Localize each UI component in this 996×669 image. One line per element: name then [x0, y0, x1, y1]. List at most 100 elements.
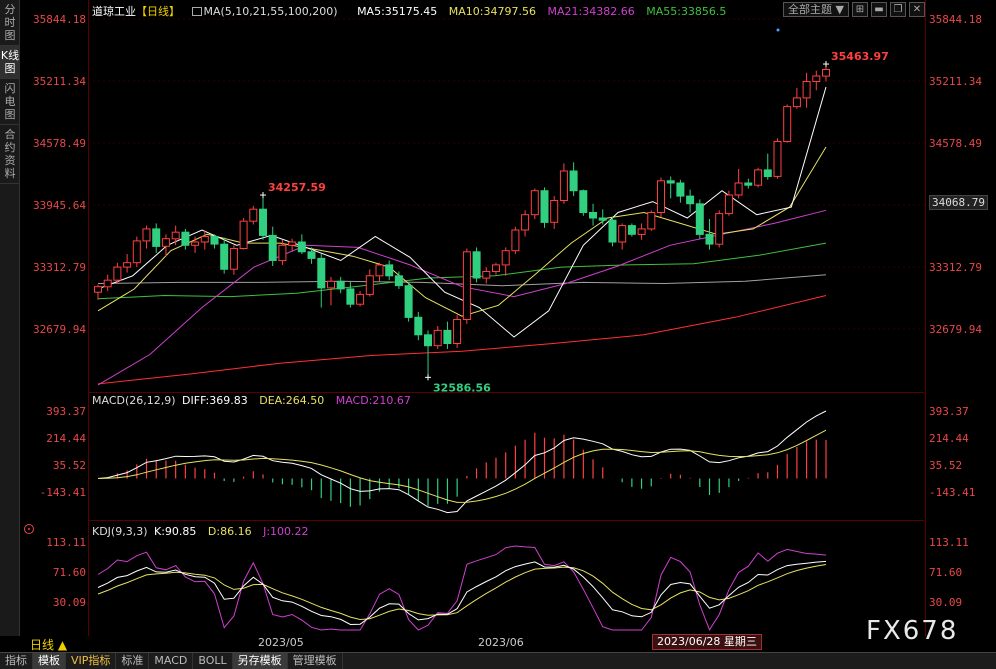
- candle-body-22: [307, 251, 316, 259]
- ma100-line: [97, 274, 827, 287]
- candle-body-34: [424, 334, 432, 347]
- kdj-config[interactable]: KDJ(9,3,3): [92, 525, 148, 538]
- candle-body-52: [598, 217, 607, 221]
- candle-body-23: [317, 257, 326, 289]
- top-right-controls: 全部主题 ▼ ⊞ ▬ ❐ ✕: [783, 2, 925, 17]
- ma55-value: MA55:33856.5: [646, 5, 727, 18]
- candle-body-72: [792, 97, 801, 108]
- candle-body-69: [763, 169, 772, 177]
- bottom-tab-vip[interactable]: VIP指标: [66, 653, 117, 669]
- bottom-tab-macd[interactable]: MACD: [149, 653, 194, 669]
- candle-body-38: [462, 251, 471, 320]
- candle-body-29: [375, 264, 384, 277]
- watermark-logo: FX678: [866, 616, 959, 646]
- event-marker: [776, 28, 780, 32]
- candle-body-15: [239, 220, 248, 249]
- kdj-j-line: [97, 545, 827, 631]
- bottom-tab-save-template[interactable]: 另存模板: [232, 653, 288, 669]
- xlabel-may: 2023/05: [258, 636, 304, 649]
- candle-body-73: [802, 81, 811, 99]
- candle-body-57: [647, 212, 656, 230]
- close-icon[interactable]: ✕: [908, 2, 925, 17]
- bottom-tab-boll[interactable]: BOLL: [193, 653, 233, 669]
- ytick-left-4: 33312.79: [33, 261, 86, 274]
- candle-body-8: [171, 231, 180, 240]
- chevron-down-icon: ▼: [835, 3, 844, 16]
- candle-body-0: [94, 286, 102, 293]
- macd-dea-line: [97, 429, 827, 503]
- candle-body-33: [414, 316, 423, 336]
- macd-ytick-right-0: 393.37: [929, 405, 969, 418]
- kdj-ytick-left-0: 113.11: [46, 536, 86, 549]
- period-selector[interactable]: 日线 ▲: [30, 636, 67, 653]
- candle-body-51: [589, 212, 597, 219]
- candle-body-49: [569, 170, 578, 192]
- candle-body-74: [812, 75, 821, 82]
- ytick-left-5: 32679.94: [33, 323, 86, 336]
- ma10-value: MA10:34797.56: [448, 5, 536, 18]
- candle-body-10: [191, 241, 200, 246]
- candle-body-60: [676, 182, 685, 197]
- candle-body-64: [715, 213, 724, 245]
- candle-body-70: [773, 141, 782, 177]
- candle-body-39: [472, 251, 481, 279]
- macd-ytick-right-1: 214.44: [929, 432, 969, 445]
- period-tag: 【日线】: [136, 5, 180, 18]
- candle-body-5: [142, 228, 151, 242]
- crosshair-icon[interactable]: ⊞: [851, 2, 868, 17]
- ma-icon: [191, 7, 202, 16]
- candle-body-17: [259, 208, 267, 236]
- macd-config[interactable]: MACD(26,12,9): [92, 394, 176, 407]
- kdj-ytick-left-2: 30.09: [52, 596, 86, 609]
- candle-body-6: [152, 228, 161, 247]
- candle-body-75: [822, 69, 830, 77]
- candle-body-56: [637, 228, 646, 235]
- ma55-line: [97, 242, 827, 300]
- candle-body-54: [618, 225, 627, 243]
- candle-body-62: [695, 203, 704, 235]
- candle-body-45: [530, 190, 539, 216]
- kdj-k-value: K:90.85: [154, 525, 197, 538]
- kdj-d-value: D:86.16: [207, 525, 252, 538]
- bottom-tab-indicator[interactable]: 指标: [0, 653, 33, 669]
- candle-body-42: [501, 250, 510, 266]
- candle-body-71: [783, 106, 792, 142]
- chart-canvas[interactable]: 35463.97 34257.59 32586.56: [0, 0, 996, 669]
- candle-body-13: [220, 243, 229, 270]
- ytick-right-5: 32679.94: [929, 323, 982, 336]
- candle-body-2: [113, 266, 122, 281]
- candle-body-11: [200, 236, 209, 243]
- annotation-low: 32586.56: [433, 381, 491, 394]
- kdj-ytick-left-1: 71.60: [52, 566, 86, 579]
- candle-body-14: [229, 248, 238, 270]
- macd-legend: MACD(26,12,9) DIFF:369.83 DEA:264.50 MAC…: [92, 394, 419, 407]
- kdj-settings-icon[interactable]: [24, 524, 34, 534]
- ma5-line: [97, 86, 827, 338]
- candle-body-30: [385, 264, 394, 277]
- ma-config[interactable]: MA(5,10,21,55,100,200): [191, 5, 346, 18]
- macd-ytick-left-0: 393.37: [46, 405, 86, 418]
- ma5-value: MA5:35175.45: [357, 5, 438, 18]
- candle-body-19: [278, 244, 287, 262]
- bottom-tab-template[interactable]: 模板: [33, 653, 66, 669]
- ytick-left-3: 33945.64: [33, 199, 86, 212]
- restore-icon[interactable]: ❐: [889, 2, 906, 17]
- minimize-icon[interactable]: ▬: [870, 2, 887, 17]
- bottom-tab-manage-template[interactable]: 管理模板: [288, 653, 343, 669]
- candle-body-16: [249, 208, 258, 222]
- candle-body-18: [268, 234, 277, 261]
- candle-body-40: [482, 271, 491, 279]
- macd-ytick-left-1: 214.44: [46, 432, 86, 445]
- candle-body-35: [433, 329, 442, 347]
- candle-body-58: [657, 180, 665, 214]
- cursor-date-label: 2023/06/28 星期三: [652, 634, 762, 650]
- bottom-tab-standard[interactable]: 标准: [116, 653, 150, 669]
- kdj-ytick-right-1: 71.60: [929, 566, 963, 579]
- ytick-right-4: 33312.79: [929, 261, 982, 274]
- candle-body-68: [754, 169, 763, 186]
- theme-dropdown[interactable]: 全部主题 ▼: [783, 2, 849, 17]
- candle-body-44: [521, 214, 530, 231]
- candle-body-24: [327, 280, 335, 289]
- candle-body-25: [336, 280, 345, 290]
- annotation-high: 35463.97: [831, 50, 889, 63]
